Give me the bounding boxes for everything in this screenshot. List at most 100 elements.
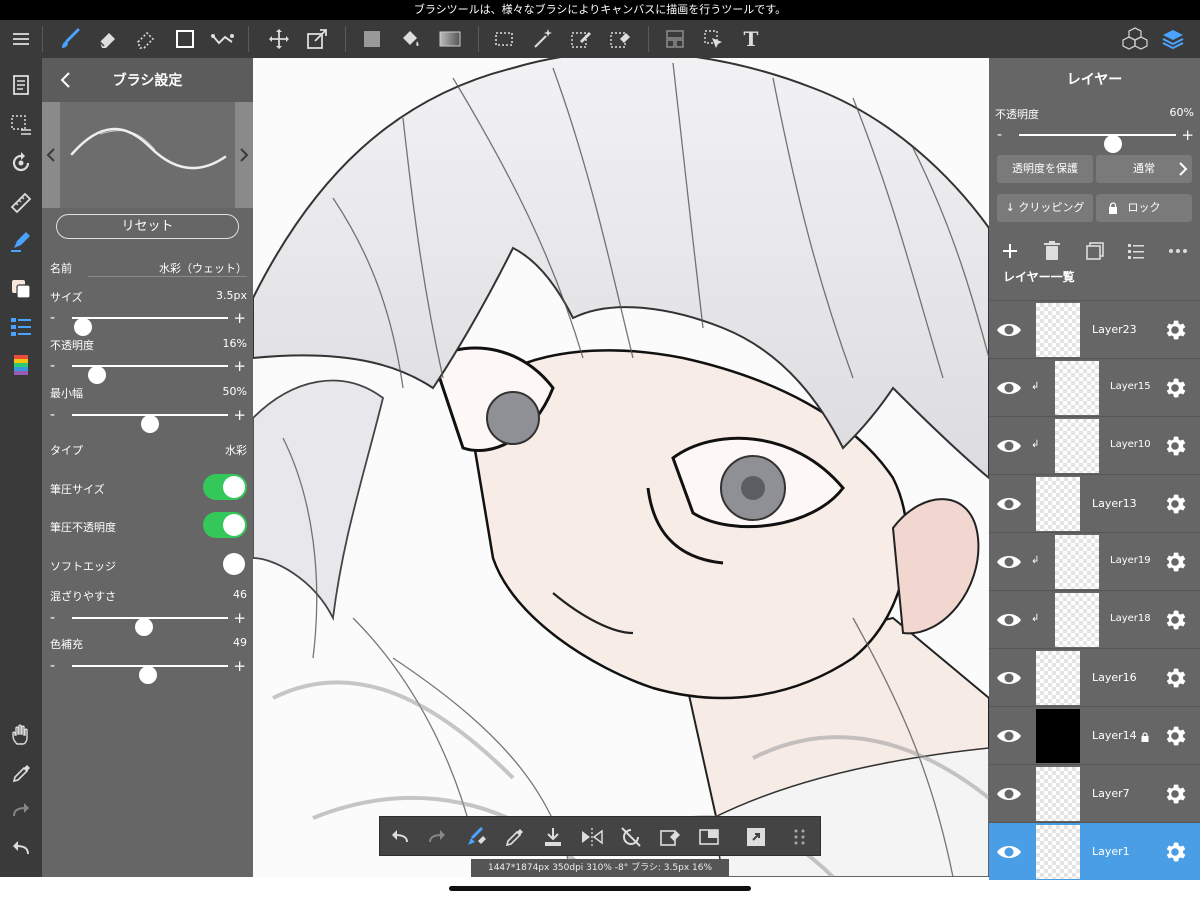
layer-row[interactable]: ↲ Layer19 (989, 532, 1200, 590)
eye-icon[interactable] (995, 317, 1023, 343)
snap-icon[interactable] (742, 823, 770, 851)
layer-row[interactable]: ↲ Layer10 (989, 416, 1200, 474)
gear-icon[interactable] (1162, 491, 1188, 517)
size-knob[interactable] (73, 318, 92, 336)
pen-blue-icon[interactable] (6, 226, 36, 256)
rotate-reset-icon[interactable] (617, 823, 645, 851)
gear-icon[interactable] (1162, 781, 1188, 807)
mixing-slider[interactable]: - + (50, 608, 246, 636)
save-icon[interactable] (539, 823, 567, 851)
layers-icon[interactable] (1158, 24, 1188, 54)
redo-icon[interactable] (6, 796, 36, 826)
gear-icon[interactable] (1162, 723, 1188, 749)
select-pen-icon[interactable] (566, 24, 596, 54)
min-width-plus-button[interactable]: + (233, 405, 246, 425)
gear-icon[interactable] (1162, 317, 1188, 343)
magic-line-icon[interactable] (208, 24, 238, 54)
eyedropper-icon[interactable] (500, 823, 528, 851)
gear-icon[interactable] (1162, 375, 1188, 401)
size-plus-button[interactable]: + (233, 308, 246, 328)
bucket-icon[interactable] (395, 24, 425, 54)
eye-icon[interactable] (995, 781, 1023, 807)
gear-icon[interactable] (1162, 607, 1188, 633)
color-swatch-icon[interactable] (6, 274, 36, 304)
layer-opacity-track[interactable] (1019, 134, 1176, 153)
window-icon[interactable] (695, 823, 723, 851)
min-width-minus-button[interactable]: - (50, 405, 55, 425)
gear-icon[interactable] (1162, 665, 1188, 691)
layer-opacity-plus-button[interactable]: + (1181, 125, 1194, 145)
blur-icon[interactable] (131, 24, 161, 54)
magic-wand-icon[interactable] (528, 24, 558, 54)
hand-icon[interactable] (6, 720, 36, 750)
gradient-icon[interactable] (435, 24, 465, 54)
layer-row[interactable]: Layer13 (989, 474, 1200, 532)
undo-icon[interactable] (6, 834, 36, 864)
undo-icon[interactable] (386, 823, 414, 851)
eye-icon[interactable] (995, 491, 1023, 517)
color-picker-icon[interactable] (6, 350, 36, 380)
lock-button[interactable]: ロック (1096, 194, 1192, 222)
brush-icon[interactable] (55, 24, 85, 54)
fill-color-icon[interactable] (357, 24, 387, 54)
color-fill-track[interactable] (72, 665, 228, 684)
rectangle-icon[interactable] (170, 24, 200, 54)
ruler-icon[interactable] (6, 188, 36, 218)
frame-icon[interactable] (660, 24, 690, 54)
drawing-canvas[interactable] (253, 58, 989, 877)
eye-icon[interactable] (995, 723, 1023, 749)
gear-icon[interactable] (1162, 549, 1188, 575)
size-track[interactable] (72, 317, 228, 336)
selection-icon[interactable] (6, 110, 36, 140)
mixing-knob[interactable] (134, 618, 153, 636)
redo-icon[interactable] (423, 823, 451, 851)
more-icon[interactable] (786, 823, 814, 851)
opacity-track[interactable] (72, 365, 228, 384)
mixing-minus-button[interactable]: - (50, 608, 55, 628)
min-width-slider[interactable]: - + (50, 405, 246, 433)
opacity-knob[interactable] (87, 366, 106, 384)
transform-icon[interactable] (302, 24, 332, 54)
eye-icon[interactable] (995, 375, 1023, 401)
size-slider[interactable]: - + (50, 308, 246, 336)
brush-eraser-icon[interactable] (462, 823, 490, 851)
chevron-left-icon[interactable] (42, 102, 60, 208)
pages-icon[interactable] (6, 70, 36, 100)
pressure-opacity-toggle[interactable] (203, 512, 247, 538)
layer-row[interactable]: Layer1 (989, 822, 1200, 880)
eye-icon[interactable] (995, 839, 1023, 865)
color-fill-knob[interactable] (139, 666, 158, 684)
clipping-button[interactable]: ↓ クリッピング (997, 194, 1093, 222)
protect-alpha-button[interactable]: 透明度を保護 (997, 155, 1093, 183)
eye-icon[interactable] (995, 607, 1023, 633)
opacity-plus-button[interactable]: + (233, 356, 246, 376)
gear-icon[interactable] (1162, 433, 1188, 459)
eye-icon[interactable] (995, 433, 1023, 459)
soft-edge-toggle[interactable] (203, 551, 247, 577)
select-rect-icon[interactable] (489, 24, 519, 54)
brush-list-icon[interactable] (6, 312, 36, 342)
mixing-track[interactable] (72, 617, 228, 636)
layer-row[interactable]: Layer7 (989, 764, 1200, 822)
opacity-slider[interactable]: - + (50, 356, 246, 384)
layer-opacity-slider[interactable]: - + (997, 125, 1194, 153)
text-icon[interactable]: T (736, 24, 766, 54)
layer-row[interactable]: Layer16 (989, 648, 1200, 706)
color-fill-minus-button[interactable]: - (50, 656, 55, 676)
duplicate-layer-icon[interactable] (1082, 238, 1108, 264)
layer-row[interactable]: Layer23 (989, 300, 1200, 358)
gear-icon[interactable] (1162, 839, 1188, 865)
chevron-right-icon[interactable] (235, 102, 253, 208)
color-fill-slider[interactable]: - + (50, 656, 246, 684)
eraser-icon[interactable] (93, 24, 123, 54)
3d-material-icon[interactable] (1120, 24, 1150, 54)
eye-icon[interactable] (995, 549, 1023, 575)
layer-opacity-minus-button[interactable]: - (997, 125, 1002, 145)
home-indicator[interactable] (449, 886, 751, 891)
select-eraser-icon[interactable] (605, 24, 635, 54)
min-width-knob[interactable] (141, 415, 159, 433)
color-fill-plus-button[interactable]: + (233, 656, 246, 676)
layer-list-icon[interactable] (1123, 238, 1149, 264)
mixing-plus-button[interactable]: + (233, 608, 246, 628)
size-minus-button[interactable]: - (50, 308, 55, 328)
